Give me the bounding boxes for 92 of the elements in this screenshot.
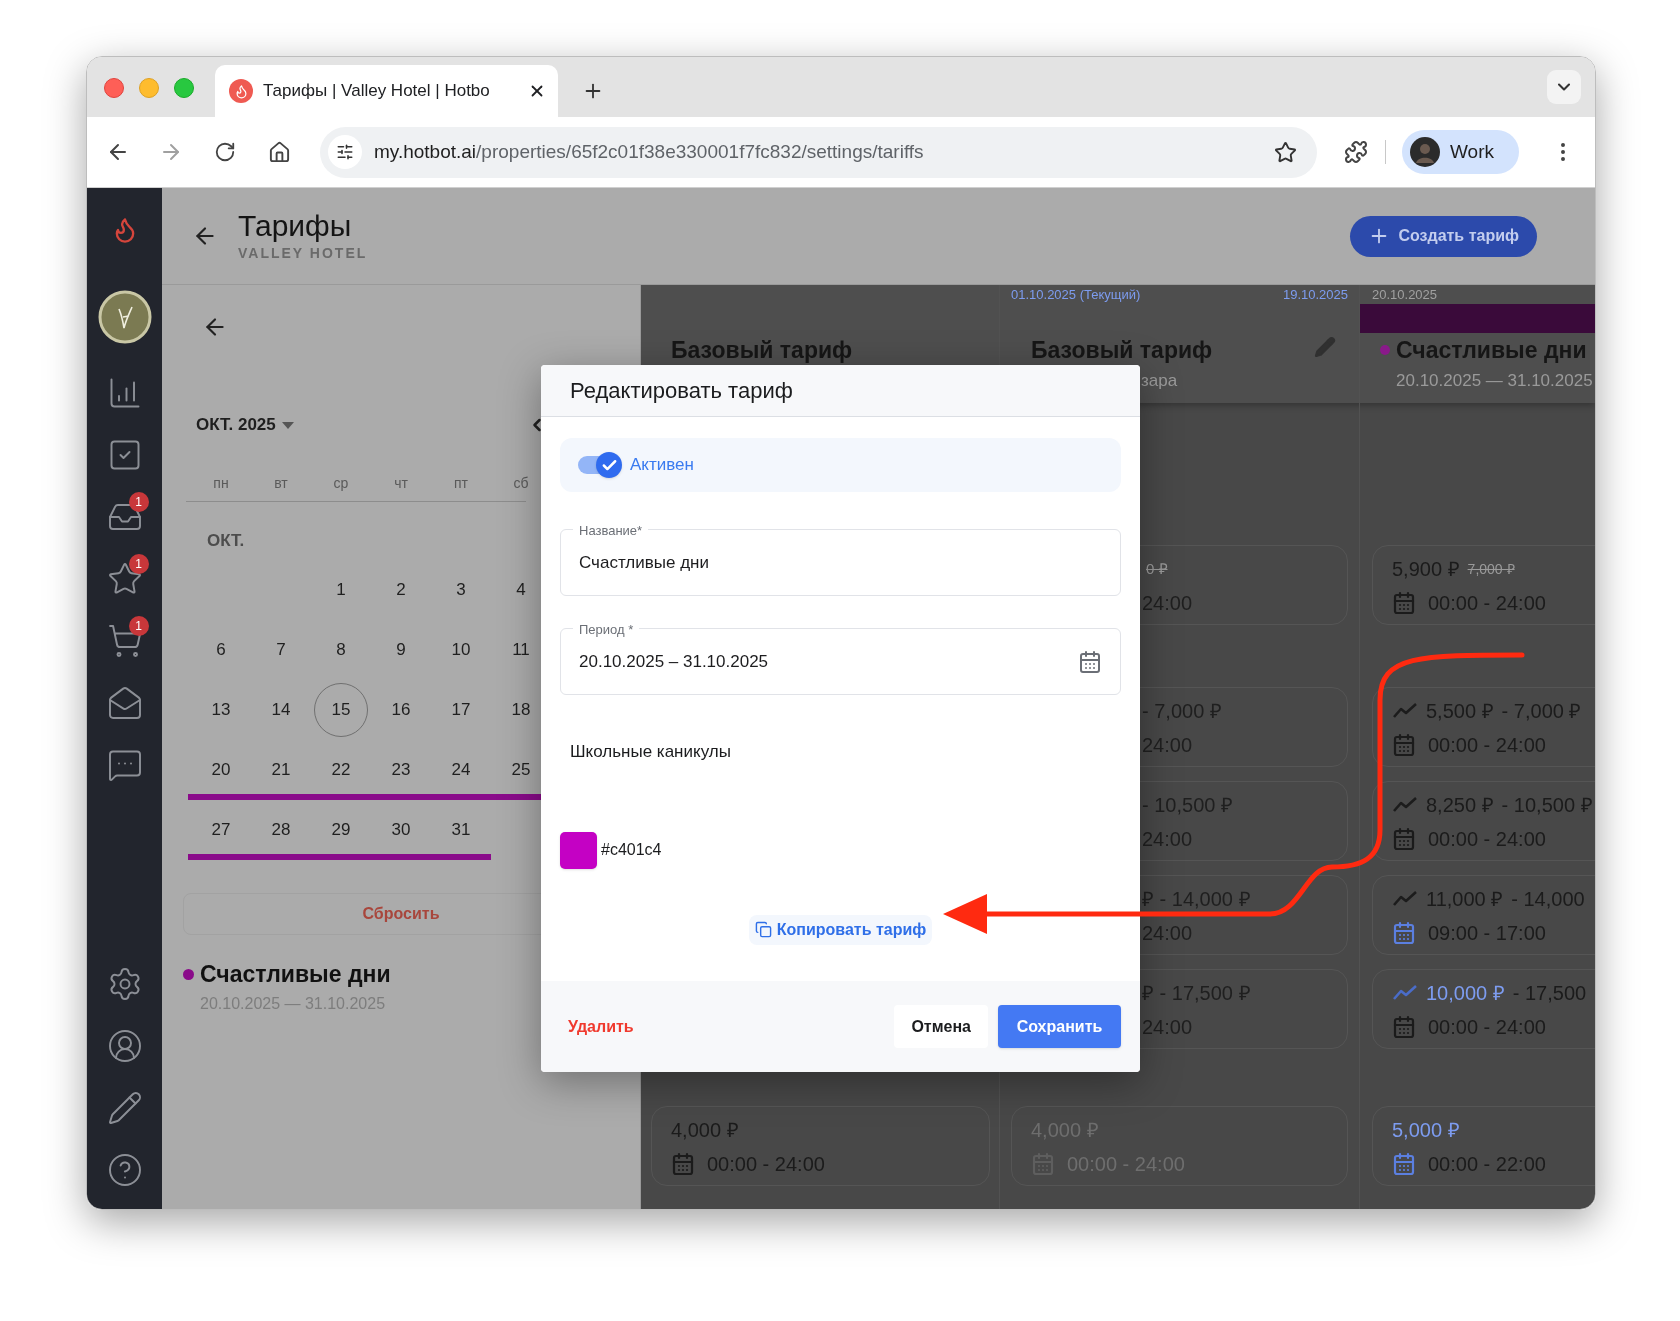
calendar-day[interactable]: 14 [271,697,291,723]
delete-button[interactable]: Удалить [568,1014,634,1039]
browser-tab[interactable]: Тарифы | Valley Hotel | Hotbo [215,65,558,117]
tariff-title: Базовый тариф [670,336,853,365]
cancel-button[interactable]: Отмена [894,1005,988,1048]
page-title: Тарифы [238,208,353,243]
calendar-day[interactable]: 22 [331,757,351,783]
calendar-day[interactable]: 10 [451,637,471,663]
weekday-label: ср [333,474,349,493]
field-value: Счастливые дни [579,551,709,574]
calendar-day[interactable]: 18 [511,697,531,723]
color-hex: #c401c4 [601,840,662,860]
notification-badge: 1 [128,616,149,636]
calendar-day[interactable]: 21 [271,757,291,783]
price: 5,000 ₽ [1392,1119,1460,1141]
profile-chip[interactable]: Work [1402,130,1519,174]
tab-title: Тарифы | Valley Hotel | Hotbo [263,80,490,103]
tariff-name: Счастливые дни [200,960,391,989]
trend-icon [1392,702,1418,720]
hotel-name: VALLEY HOTEL [238,243,368,263]
favicon-icon [229,79,253,103]
tariff-dates: 20.10.2025 — 31.10.2025 [1395,369,1594,392]
bookmark-star-icon[interactable] [1274,140,1297,164]
weekday-label: чт [394,474,408,493]
calendar-day[interactable]: 2 [396,577,406,603]
period-date: 19.10.2025 [1282,285,1348,304]
calendar-day[interactable]: 3 [456,577,466,603]
calendar-day[interactable]: 25 [511,757,531,783]
weekday-label: сб [513,474,529,493]
pencil-icon[interactable] [106,1090,143,1126]
site-info-icon[interactable] [328,135,362,169]
calendar-day[interactable]: 30 [391,817,411,843]
notification-badge: 1 [128,554,149,574]
calendar-day[interactable]: 7 [276,637,286,663]
tariff-title: Счастливые дни [1396,336,1587,365]
calendar-day[interactable]: 31 [451,817,471,843]
calendar-day[interactable]: 20 [211,757,231,783]
holiday-label: Школьные каникулы [569,741,732,763]
calendar-icon[interactable] [1078,649,1102,674]
price: 0 ₽ [1146,560,1168,578]
help-icon[interactable] [106,1152,143,1188]
period-date: 01.10.2025 (Текущий) [1011,285,1141,304]
tab-list-button[interactable] [1547,70,1581,104]
calendar-day[interactable]: 8 [336,637,346,663]
trend-icon [1392,890,1418,908]
calendar-day[interactable]: 6 [216,637,226,663]
copy-icon [754,921,772,938]
calendar-day[interactable]: 24 [451,757,471,783]
create-tariff-button[interactable]: Создать тариф [1350,215,1537,257]
close-window-button[interactable] [104,78,124,98]
weekday-label: пн [213,474,229,493]
user-icon[interactable] [106,1028,143,1064]
avatar-icon[interactable] [97,290,152,344]
calendar-day[interactable]: 11 [512,637,530,663]
color-swatch[interactable] [560,831,597,869]
trend-icon [1392,984,1418,1002]
calendar-day[interactable]: 9 [396,637,406,663]
calendar-day[interactable]: 16 [391,697,411,723]
calendar-day[interactable]: 29 [331,817,351,843]
avatar-icon [1410,137,1440,167]
month-section-label: ОКТ. [207,530,245,553]
address-bar[interactable]: my.hotbot.ai/properties/65f2c01f38e330001f7fc832/settings/tariffs [320,126,1317,178]
url-text: my.hotbot.ai/properties/65f2c01f38e330001f7fc832/settings/tariffs [374,139,924,164]
calendar-day[interactable]: 23 [391,757,411,783]
price: 10,000 ₽ [1426,982,1505,1004]
save-button[interactable]: Сохранить [998,1005,1121,1048]
mail-icon[interactable] [106,685,143,721]
toggle-label: Активен [630,454,694,477]
home-icon[interactable] [268,140,291,164]
reload-icon[interactable] [214,141,236,163]
calendar-day[interactable]: 27 [211,817,231,843]
dialog-title: Редактировать тариф [570,377,793,405]
field-value: 20.10.2025 – 31.10.2025 [579,650,769,673]
calendar-day[interactable]: 13 [211,697,231,723]
calendar-day[interactable]: 4 [516,577,526,603]
calendar-day[interactable]: 1 [336,577,346,603]
extensions-icon[interactable] [1344,140,1368,164]
calendar-day[interactable]: 28 [271,817,291,843]
calendar-day[interactable]: 17 [451,697,471,723]
weekday-label: вт [274,474,288,493]
weekday-label: пт [454,474,468,493]
tariff-dates: зара [1140,369,1179,392]
period-date: 20.10.2025 [1372,285,1438,304]
notification-badge: 1 [128,492,149,512]
cart-icon[interactable] [106,623,143,659]
tariff-title: Базовый тариф [1030,336,1213,365]
month-selector[interactable]: ОКТ. 2025 [196,412,276,438]
old-price: 7,000 ₽ [1467,560,1515,578]
star-icon[interactable] [106,561,143,597]
dropdown-caret-icon[interactable] [281,421,294,429]
trend-icon [1392,796,1418,814]
copy-tariff-button[interactable]: Копировать тариф [748,914,933,945]
